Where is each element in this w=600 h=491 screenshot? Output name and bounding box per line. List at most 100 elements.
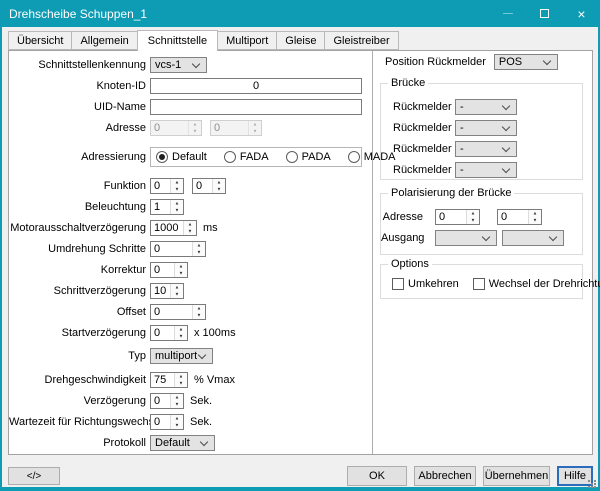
beleuchtung-spinner[interactable]: 1▲▼ — [150, 199, 184, 215]
spin-down-icon[interactable]: ▼ — [177, 334, 186, 339]
korrektur-spinner[interactable]: 0▲▼ — [150, 262, 188, 278]
startverzogerung-spinner[interactable]: 0▲▼ — [150, 325, 188, 341]
funktion-spinner-arrows: ▲▼ — [170, 179, 183, 193]
spin-up-icon[interactable]: ▲ — [469, 211, 478, 216]
spin-down-icon[interactable]: ▼ — [173, 292, 182, 297]
offset-spinner[interactable]: 0▲▼ — [150, 304, 206, 320]
spin-up-icon[interactable]: ▲ — [531, 211, 540, 216]
spin-up-icon[interactable]: ▲ — [195, 243, 204, 248]
tab-ubersicht-label: Übersicht — [17, 35, 63, 47]
verzogerung-spinner[interactable]: 0▲▼ — [150, 393, 184, 409]
form-row-uid-name: UID-Name — [9, 99, 372, 115]
form-row-protokoll: ProtokollDefault — [9, 435, 372, 451]
position-rueckmelder-row: Position Rückmelder POS — [373, 54, 592, 70]
funktion-spinner-arrows: ▲▼ — [212, 179, 225, 193]
schrittverzogerung-spinner[interactable]: 10▲▼ — [150, 283, 184, 299]
options-group: Options UmkehrenWechsel der Drehrichtung — [380, 264, 583, 299]
spin-up-icon[interactable]: ▲ — [173, 395, 182, 400]
bruecke-group-title: Brücke — [388, 77, 428, 89]
tab-ubersicht[interactable]: Übersicht — [8, 31, 72, 50]
spin-up-icon[interactable]: ▲ — [173, 416, 182, 421]
spin-down-icon[interactable]: ▼ — [195, 313, 204, 318]
spin-up-icon[interactable]: ▲ — [173, 285, 182, 290]
spin-down-icon[interactable]: ▼ — [173, 423, 182, 428]
spin-down-icon[interactable]: ▼ — [173, 187, 182, 192]
adresse-spinner[interactable]: 0▲▼ — [435, 209, 480, 225]
knoten-id-input[interactable]: 0 — [150, 78, 362, 94]
radio-fada[interactable]: FADA — [224, 151, 269, 163]
maximize-icon — [540, 9, 549, 18]
resize-grip[interactable] — [588, 480, 597, 489]
code-button[interactable]: </> — [8, 467, 60, 485]
spin-up-icon[interactable]: ▲ — [173, 180, 182, 185]
radio-pada[interactable]: PADA — [286, 151, 331, 163]
checkbox-wechsel-der-drehrichtung-label: Wechsel der Drehrichtung — [489, 278, 600, 290]
checkbox-umkehren[interactable]: Umkehren — [392, 278, 459, 290]
verzogerung-suffix: Sek. — [190, 395, 212, 407]
tab-multiport[interactable]: Multiport — [217, 31, 277, 50]
ruckmelder-3-dropdown[interactable]: - — [455, 141, 517, 157]
form-row-offset: Offset0▲▼ — [9, 304, 372, 320]
adresse-spinner[interactable]: 0▲▼ — [497, 209, 542, 225]
ruckmelder-1-dropdown[interactable]: - — [455, 99, 517, 115]
funktion-spinner[interactable]: 0▲▼ — [150, 178, 184, 194]
checkbox-wechsel-der-drehrichtung[interactable]: Wechsel der Drehrichtung — [473, 278, 600, 290]
spin-down-icon[interactable]: ▼ — [469, 218, 478, 223]
spin-down-icon: ▼ — [191, 129, 200, 134]
tab-schnittstelle[interactable]: Schnittstelle — [137, 30, 218, 51]
minimize-button[interactable] — [489, 0, 526, 27]
spin-down-icon[interactable]: ▼ — [177, 271, 186, 276]
ruckmelder-2-dropdown[interactable]: - — [455, 120, 517, 136]
spin-up-icon[interactable]: ▲ — [177, 264, 186, 269]
radio-default[interactable]: Default — [156, 151, 207, 163]
protokoll-dropdown[interactable]: Default — [150, 435, 215, 451]
spin-up-icon[interactable]: ▲ — [177, 327, 186, 332]
adresse-spinner-arrows: ▲▼ — [528, 210, 541, 224]
funktion-spinner[interactable]: 0▲▼ — [192, 178, 226, 194]
adresse-spinner-value: 0 — [151, 121, 188, 135]
umdrehung-schritte-spinner[interactable]: 0▲▼ — [150, 241, 206, 257]
spin-up-icon[interactable]: ▲ — [195, 306, 204, 311]
typ-dropdown[interactable]: multiport — [150, 348, 213, 364]
position-rueckmelder-dropdown[interactable]: POS — [494, 54, 558, 70]
adresse-spinner: 0▲▼ — [210, 120, 262, 136]
ausgang-dropdown[interactable] — [502, 230, 564, 246]
ausgang-dropdown[interactable] — [435, 230, 497, 246]
form-row-adresse: Adresse0▲▼0▲▼ — [9, 120, 372, 136]
spin-up-icon[interactable]: ▲ — [215, 180, 224, 185]
form-row-adressierung: AdressierungDefaultFADAPADAMADA — [9, 149, 372, 165]
ruckmelder-4-dropdown[interactable]: - — [455, 162, 517, 178]
umdrehung-schritte-label: Umdrehung Schritte — [9, 243, 146, 255]
spin-up-icon[interactable]: ▲ — [177, 374, 186, 379]
spin-up-icon[interactable]: ▲ — [186, 222, 195, 227]
spin-down-icon[interactable]: ▼ — [215, 187, 224, 192]
wartezeit-fur-richtungswechsel-spinner-value: 0 — [151, 415, 170, 429]
uid-name-input[interactable] — [150, 99, 362, 115]
maximize-button[interactable] — [526, 0, 563, 27]
spin-down-icon[interactable]: ▼ — [173, 208, 182, 213]
drehgeschwindigkeit-spinner[interactable]: 75▲▼ — [150, 372, 188, 388]
motorausschaltverzogerung-spinner[interactable]: 1000▲▼ — [150, 220, 197, 236]
schnittstellenkennung-dropdown[interactable]: vcs-1 — [150, 57, 207, 73]
tab-gleistreiber[interactable]: Gleistreiber — [324, 31, 398, 50]
tab-allgemein[interactable]: Allgemein — [71, 31, 137, 50]
beleuchtung-label: Beleuchtung — [9, 201, 146, 213]
spin-down-icon[interactable]: ▼ — [186, 229, 195, 234]
korrektur-label: Korrektur — [9, 264, 146, 276]
chevron-down-icon — [502, 143, 510, 151]
ok-button[interactable]: OK — [347, 466, 407, 486]
radio-dot-icon — [224, 151, 236, 163]
chevron-down-icon — [198, 350, 206, 358]
spin-down-icon[interactable]: ▼ — [177, 381, 186, 386]
spin-down-icon[interactable]: ▼ — [195, 250, 204, 255]
tab-gleise[interactable]: Gleise — [276, 31, 325, 50]
spin-up-icon[interactable]: ▲ — [173, 201, 182, 206]
spin-down-icon[interactable]: ▼ — [173, 402, 182, 407]
close-button[interactable]: × — [563, 0, 600, 27]
form-row-korrektur: Korrektur0▲▼ — [9, 262, 372, 278]
wartezeit-fur-richtungswechsel-spinner[interactable]: 0▲ ▼ — [150, 414, 184, 430]
adresse-label: Adresse — [381, 211, 423, 223]
spin-down-icon[interactable]: ▼ — [531, 218, 540, 223]
abbrechen-button[interactable]: Abbrechen — [414, 466, 476, 486]
ubernehmen-button[interactable]: Übernehmen — [483, 466, 550, 486]
